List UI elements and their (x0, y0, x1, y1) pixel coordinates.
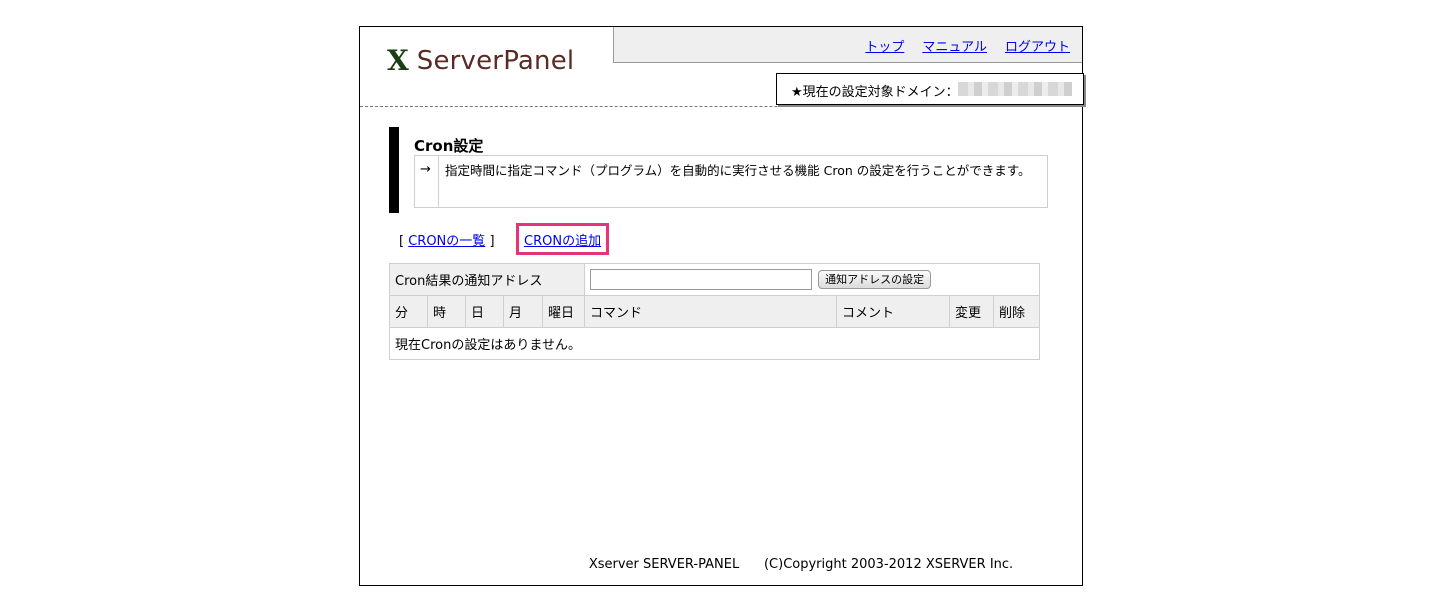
notify-field-cell: 通知アドレスの設定 (584, 263, 1040, 296)
footer-copyright: Xserver SERVER-PANEL (C)Copyright 2003-2… (588, 557, 1014, 572)
cron-add-highlight: CRONの追加 (516, 223, 610, 255)
page-title: Cron設定 (414, 137, 484, 155)
bracket-close: ] (489, 234, 495, 249)
title-accent-bar (389, 127, 399, 213)
empty-message: 現在Cronの設定はありません。 (389, 327, 1040, 360)
description-box: → 指定時間に指定コマンド（プログラム）を自動的に実行させる機能 Cron の設… (414, 155, 1048, 208)
table-header-row: 分 時 日 月 曜日 コマンド コメント 変更 削除 (389, 295, 1040, 328)
notify-label: Cron結果の通知アドレス (389, 263, 585, 296)
nav-logout-link[interactable]: ログアウト (1005, 36, 1070, 55)
page-description: 指定時間に指定コマンド（プログラム）を自動的に実行させる機能 Cron の設定を… (445, 163, 1031, 178)
panel-frame: X ServerPanel トップ マニュアル ログアウト ★現在の設定対象ドメ… (359, 26, 1084, 586)
logo-text: ServerPanel (416, 46, 575, 76)
logo-mark: X (387, 44, 409, 77)
logo: X ServerPanel (387, 47, 574, 75)
target-domain-label: ★現在の設定対象ドメイン： (791, 85, 959, 100)
header: X ServerPanel トップ マニュアル ログアウト ★現在の設定対象ドメ… (360, 27, 1084, 107)
col-comment: コメント (836, 295, 950, 328)
target-domain-box: ★現在の設定対象ドメイン： (776, 73, 1084, 105)
top-nav: トップ マニュアル ログアウト (613, 27, 1082, 63)
col-delete: 削除 (993, 295, 1040, 328)
notify-address-input[interactable] (590, 269, 812, 290)
arrow-icon: → (415, 156, 439, 207)
nav-manual-link[interactable]: マニュアル (922, 36, 987, 55)
col-hour: 時 (427, 295, 466, 328)
notify-row: Cron結果の通知アドレス 通知アドレスの設定 (389, 263, 1040, 296)
set-notify-button[interactable]: 通知アドレスの設定 (818, 270, 932, 289)
col-edit: 変更 (949, 295, 994, 328)
col-minute: 分 (389, 295, 428, 328)
cron-add-link[interactable]: CRONの追加 (524, 234, 601, 249)
col-weekday: 曜日 (542, 295, 585, 328)
bracket-open: [ (399, 234, 405, 249)
nav-top-link[interactable]: トップ (865, 36, 904, 55)
cron-list-link[interactable]: CRONの一覧 (408, 234, 485, 249)
empty-row: 現在Cronの設定はありません。 (389, 327, 1040, 360)
domain-redacted (958, 82, 1072, 96)
cron-links: [ CRONの一覧 ] CRONの追加 (399, 223, 610, 255)
col-command: コマンド (584, 295, 837, 328)
page-title-block: Cron設定 → 指定時間に指定コマンド（プログラム）を自動的に実行させる機能 … (389, 127, 1049, 213)
col-month: 月 (503, 295, 543, 328)
cron-table: Cron結果の通知アドレス 通知アドレスの設定 分 時 日 月 曜日 コマンド … (389, 263, 1040, 360)
col-day: 日 (465, 295, 504, 328)
